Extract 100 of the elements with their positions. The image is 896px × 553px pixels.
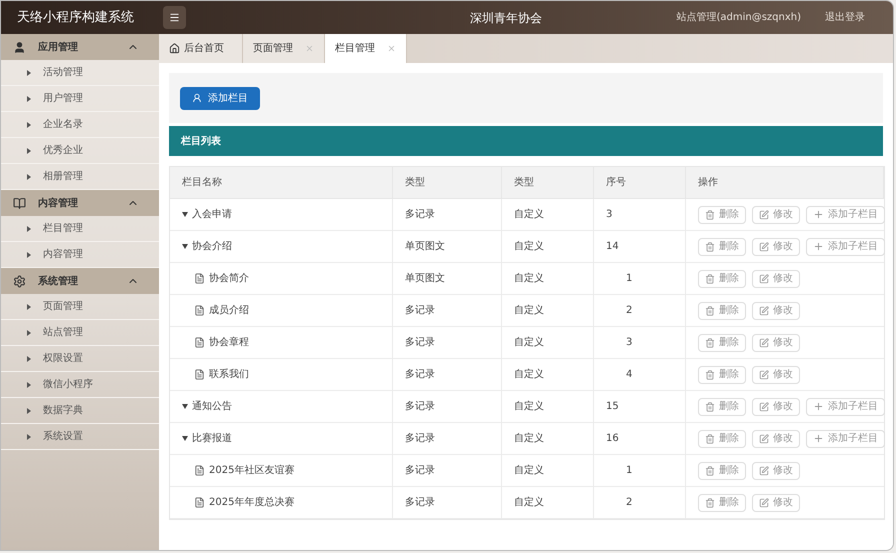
sidebar-group-header[interactable]: 系统管理 [1, 268, 159, 294]
column-name: 2025年社区友谊赛 [209, 464, 294, 478]
trash-icon [705, 466, 715, 476]
panel-title: 栏目列表 [181, 134, 221, 148]
column-name: 协会简介 [209, 272, 249, 286]
plus-icon [813, 433, 824, 444]
table-cell-text: 多记录 [405, 304, 435, 318]
delete-button[interactable]: 删除 [698, 302, 746, 320]
trash-icon [705, 498, 715, 508]
edit-button[interactable]: 修改 [752, 206, 800, 224]
menu-button[interactable] [163, 6, 186, 29]
add-child-button[interactable]: 添加子栏目 [806, 398, 885, 416]
column-name: 通知公告 [192, 400, 232, 414]
table-cell-text: 自定义 [514, 272, 544, 286]
table-cell-text: 多记录 [405, 464, 435, 478]
sidebar-group-header[interactable]: 应用管理 [1, 34, 159, 60]
caret-right-icon [27, 122, 31, 128]
edit-button[interactable]: 修改 [752, 366, 800, 384]
trash-icon [705, 338, 715, 348]
table-cell-text: 自定义 [514, 496, 544, 510]
trash-icon [705, 306, 715, 316]
column-name: 协会介绍 [192, 240, 232, 254]
trash-icon [705, 210, 715, 220]
column-header: 序号 [606, 176, 626, 190]
column-name: 入会申请 [192, 208, 232, 222]
edit-button[interactable]: 修改 [752, 430, 800, 448]
trash-icon [705, 242, 715, 252]
tab[interactable]: 页面管理 [243, 34, 325, 63]
delete-button[interactable]: 删除 [698, 334, 746, 352]
column-header: 类型 [514, 176, 534, 190]
add-child-button[interactable]: 添加子栏目 [806, 430, 885, 448]
plus-icon [813, 241, 824, 252]
table-cell-text: 16 [606, 432, 619, 446]
table-cell-text: 多记录 [405, 432, 435, 446]
table-cell-text: 2 [626, 496, 632, 510]
delete-button[interactable]: 删除 [698, 398, 746, 416]
edit-icon [759, 466, 769, 476]
column-name: 比赛报道 [192, 432, 232, 446]
edit-button[interactable]: 修改 [752, 302, 800, 320]
edit-button[interactable]: 修改 [752, 462, 800, 480]
delete-button[interactable]: 删除 [698, 366, 746, 384]
edit-button[interactable]: 修改 [752, 398, 800, 416]
edit-icon [759, 274, 769, 284]
delete-button[interactable]: 删除 [698, 270, 746, 288]
edit-button[interactable]: 修改 [752, 270, 800, 288]
table-cell-text: 自定义 [514, 208, 544, 222]
edit-icon [759, 402, 769, 412]
add-child-button[interactable]: 添加子栏目 [806, 238, 885, 256]
edit-button[interactable]: 修改 [752, 238, 800, 256]
column-name: 成员介绍 [209, 304, 249, 318]
caret-down-icon[interactable] [182, 404, 188, 409]
edit-button[interactable]: 修改 [752, 334, 800, 352]
edit-icon [759, 210, 769, 220]
table-cell-text: 多记录 [405, 208, 435, 222]
caret-right-icon [27, 252, 31, 258]
close-icon [305, 44, 314, 53]
caret-right-icon [27, 304, 31, 310]
close-icon [387, 44, 396, 53]
add-child-button[interactable]: 添加子栏目 [806, 206, 885, 224]
table-cell-text: 自定义 [514, 368, 544, 382]
delete-button[interactable]: 删除 [698, 430, 746, 448]
sidebar-group-header[interactable]: 内容管理 [1, 190, 159, 216]
file-icon [194, 273, 205, 284]
tab[interactable]: 后台首页 [159, 34, 243, 63]
delete-button[interactable]: 删除 [698, 462, 746, 480]
table-cell-text: 3 [626, 336, 632, 350]
table-cell-text: 1 [626, 464, 632, 478]
delete-button[interactable]: 删除 [698, 494, 746, 512]
edit-icon [759, 338, 769, 348]
caret-down-icon[interactable] [182, 212, 188, 217]
file-icon [194, 305, 205, 316]
table-cell-text: 4 [626, 368, 632, 382]
table-cell-text: 自定义 [514, 464, 544, 478]
caret-down-icon[interactable] [182, 244, 188, 249]
delete-button[interactable]: 删除 [698, 238, 746, 256]
trash-icon [705, 402, 715, 412]
home-icon [169, 43, 180, 54]
table-cell-text: 自定义 [514, 304, 544, 318]
table-cell-text: 多记录 [405, 368, 435, 382]
caret-right-icon [27, 226, 31, 232]
plus-icon [813, 401, 824, 412]
table-cell-text: 自定义 [514, 336, 544, 350]
table-cell-text: 单页图文 [405, 240, 445, 254]
caret-down-icon[interactable] [182, 436, 188, 441]
table-cell-text: 自定义 [514, 240, 544, 254]
trash-icon [705, 274, 715, 284]
edit-button[interactable]: 修改 [752, 494, 800, 512]
file-icon [194, 465, 205, 476]
tab[interactable]: 栏目管理 [325, 34, 407, 63]
caret-right-icon [27, 434, 31, 440]
trash-icon [705, 434, 715, 444]
table-cell-text: 2 [626, 304, 632, 318]
delete-button[interactable]: 删除 [698, 206, 746, 224]
column-header: 操作 [698, 176, 718, 190]
logout-link[interactable]: 退出登录 [825, 10, 865, 25]
edit-icon [759, 242, 769, 252]
add-column-button[interactable]: 添加栏目 [180, 86, 260, 110]
book-icon [13, 196, 26, 210]
column-name: 协会章程 [209, 336, 249, 350]
user-label: 站点管理(admin@szqnxh) [676, 10, 801, 25]
